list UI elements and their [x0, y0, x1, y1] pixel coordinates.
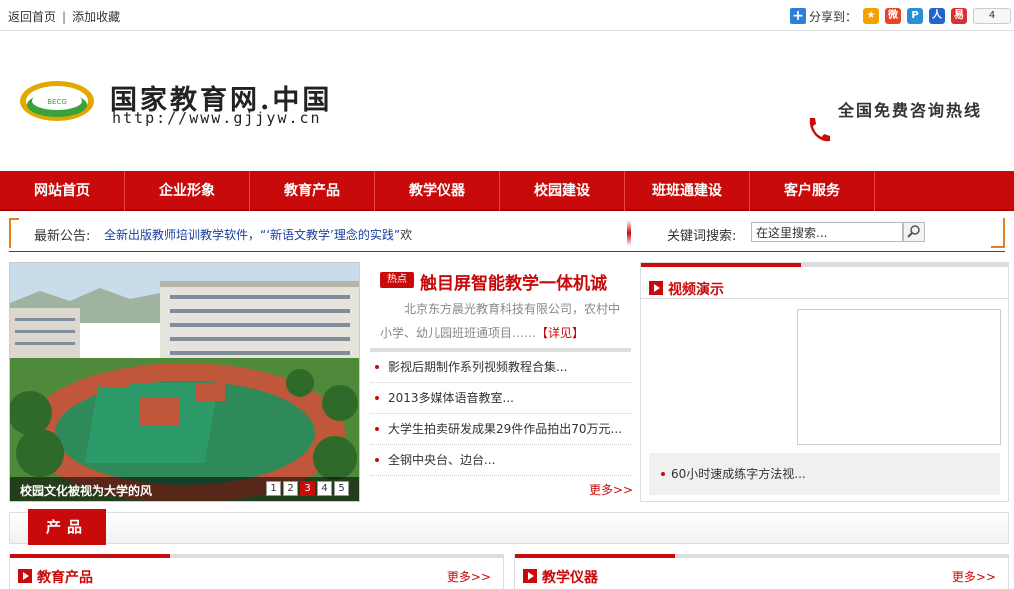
- notice-right-bracket: [991, 218, 1005, 248]
- main-nav: 网站首页 企业形象 教育产品 教学仪器 校园建设 班班通建设 客户服务: [0, 171, 1014, 211]
- slide-page-4[interactable]: 4: [317, 481, 332, 496]
- slide-page-2[interactable]: 2: [283, 481, 298, 496]
- nav-item-service[interactable]: 客户服务: [750, 171, 875, 211]
- favorite-link[interactable]: 添加收藏: [72, 10, 120, 24]
- section-title[interactable]: 教学仪器: [542, 567, 598, 587]
- news-list: 影视后期制作系列视频教程合集... 2013多媒体语音教室... 大学生拍卖研发…: [370, 352, 631, 476]
- separator: |: [62, 10, 67, 24]
- video-player[interactable]: [797, 309, 1001, 445]
- video-list-item[interactable]: 60小时速成练字方法视...: [649, 453, 1000, 495]
- section-more-link[interactable]: 更多>>: [952, 568, 996, 585]
- nav-item-corporate[interactable]: 企业形象: [125, 171, 250, 211]
- slide-page-5[interactable]: 5: [334, 481, 349, 496]
- headline-more-link[interactable]: 【详见】: [536, 326, 584, 340]
- campus-photo[interactable]: [10, 263, 360, 502]
- products-tab[interactable]: 产品: [28, 509, 106, 545]
- section-top-rule: [675, 554, 1009, 558]
- notice-marquee[interactable]: 全新出版教师培训教学软件，“‘新语文教学’理念的实践”欢: [104, 226, 412, 243]
- notice-text[interactable]: 全新出版教师培训教学软件，“‘新语文教学’理念的实践”: [104, 228, 400, 242]
- play-arrow-icon: [523, 569, 537, 583]
- notice-bar: 最新公告: 全新出版教师培训教学软件，“‘新语文教学’理念的实践”欢 关键词搜索…: [9, 214, 1005, 252]
- search-label: 关键词搜索:: [667, 229, 737, 244]
- products-bar: 产品: [9, 509, 1009, 545]
- renren-icon[interactable]: 人: [929, 8, 946, 24]
- section-instruments: 教学仪器 更多>>: [514, 554, 1009, 589]
- news-more-link[interactable]: 更多>>: [589, 481, 633, 498]
- nav-item-classroom[interactable]: 班班通建设: [625, 171, 750, 211]
- video-panel: 视频演示 60小时速成练字方法视...: [640, 262, 1009, 502]
- top-bar: 返回首页 | 添加收藏 + 分享到： ★ 微 P 人 易 4: [0, 0, 1014, 31]
- section-accent-bar: [515, 554, 675, 558]
- list-item[interactable]: 全钢中央台、边台...: [370, 445, 631, 476]
- hotline-label: 全国免费咨询热线: [838, 101, 983, 120]
- section-top-rule: [170, 554, 504, 558]
- notice-tail: 欢: [400, 228, 413, 242]
- svg-text:BECG: BECG: [47, 98, 67, 106]
- nav-item-instruments[interactable]: 教学仪器: [375, 171, 500, 211]
- video-header: 视频演示: [641, 267, 1008, 299]
- share-label: 分享到：: [809, 9, 858, 24]
- headline-desc: 北京东方晨光教育科技有限公司，农村中小学、幼儿园班班通项目……【详见】: [380, 297, 620, 345]
- section-accent-bar: [10, 554, 170, 558]
- slide-pager: 1 2 3 4 5: [264, 481, 349, 496]
- slide-page-1[interactable]: 1: [266, 481, 281, 496]
- top-links: 返回首页 | 添加收藏: [8, 8, 120, 25]
- search-icon: [907, 225, 920, 238]
- share-plus-icon[interactable]: +: [790, 8, 806, 24]
- search-input[interactable]: [751, 222, 903, 242]
- section-edu-products: 教育产品 更多>>: [9, 554, 504, 589]
- list-item[interactable]: 影视后期制作系列视频教程合集...: [370, 352, 631, 383]
- share-widget: + 分享到： ★ 微 P 人 易 4: [790, 6, 1012, 26]
- notice-label: 最新公告:: [34, 229, 91, 244]
- phone-icon: [809, 118, 830, 142]
- section-title[interactable]: 教育产品: [37, 567, 93, 587]
- slide-caption[interactable]: 校园文化被视为大学的风: [20, 482, 152, 499]
- tencent-icon[interactable]: P: [907, 8, 924, 24]
- home-link[interactable]: 返回首页: [8, 10, 56, 24]
- play-arrow-icon: [649, 281, 663, 295]
- slide-page-3[interactable]: 3: [300, 481, 315, 496]
- nav-item-campus[interactable]: 校园建设: [500, 171, 625, 211]
- qzone-icon[interactable]: ★: [863, 8, 880, 24]
- play-arrow-icon: [18, 569, 32, 583]
- notice-divider: [627, 220, 631, 246]
- headline-title[interactable]: 触目屏智能教学一体机诚: [420, 269, 607, 294]
- search-button[interactable]: [903, 222, 925, 242]
- weibo-icon[interactable]: 微: [885, 8, 902, 24]
- site-url: http://www.gjjyw.cn: [112, 109, 322, 127]
- notice-left-bracket: [9, 218, 19, 248]
- nav-item-edu-products[interactable]: 教育产品: [250, 171, 375, 211]
- netease-icon[interactable]: 易: [951, 8, 968, 24]
- share-count: 4: [973, 8, 1012, 24]
- video-title[interactable]: 视频演示: [668, 279, 724, 299]
- list-item[interactable]: 2013多媒体语音教室...: [370, 383, 631, 414]
- hot-badge: 热点: [380, 272, 414, 288]
- section-more-link[interactable]: 更多>>: [447, 568, 491, 585]
- nav-item-home[interactable]: 网站首页: [0, 171, 125, 211]
- list-item[interactable]: 大学生拍卖研发成果29件作品拍出70万元...: [370, 414, 631, 445]
- logo-icon[interactable]: BECG: [18, 78, 96, 124]
- slideshow[interactable]: 校园文化被视为大学的风 1 2 3 4 5: [9, 262, 360, 502]
